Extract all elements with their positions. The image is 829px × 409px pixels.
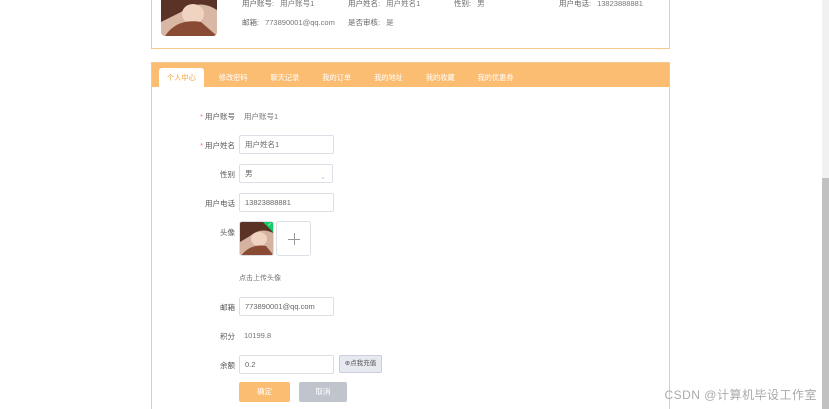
tab-my-favorites[interactable]: 我的收藏	[418, 68, 463, 87]
email-input[interactable]: 773890001@qq.com	[239, 297, 334, 316]
chevron-down-icon: ⌄	[320, 174, 326, 181]
phone-input[interactable]: 13823888881	[239, 193, 334, 212]
personal-center-card: 个人中心 修改密码 聊天记录 我的订单 我的地址 我的收藏 我的优惠券 * 用户账…	[151, 62, 670, 409]
info-phone: 用户电话: 13823888881	[559, 0, 643, 8]
info-account: 用户账号: 用户账号1	[242, 0, 315, 8]
avatar-thumbnail[interactable]: ✓	[239, 221, 274, 256]
tab-personal-center[interactable]: 个人中心	[159, 68, 204, 87]
gender-select[interactable]: 男 ⌄	[239, 164, 333, 183]
name-label: * 用户姓名	[200, 141, 235, 150]
avatar-upload-button[interactable]	[276, 221, 311, 256]
points-value: 10199.8	[244, 331, 272, 340]
profile-summary-card: 用户账号: 用户账号1 用户姓名: 用户姓名1 性别: 男 用户电话: 13823888…	[151, 0, 670, 49]
info-email: 邮箱: 773890001@qq.com	[242, 18, 335, 27]
confirm-button[interactable]: 确定	[239, 382, 290, 402]
name-input[interactable]: 用户姓名1	[239, 135, 334, 154]
recharge-button[interactable]: ⊕点我充值	[339, 355, 382, 373]
avatar-label: 头像	[220, 228, 235, 237]
check-icon: ✓	[267, 222, 272, 228]
phone-label: 用户电话	[205, 199, 235, 208]
info-gender: 性别: 男	[454, 0, 485, 8]
tab-bar: 个人中心 修改密码 聊天记录 我的订单 我的地址 我的收藏 我的优惠券	[152, 63, 669, 87]
balance-input[interactable]: 0.2	[239, 355, 334, 374]
email-label: 邮箱	[220, 303, 235, 312]
tab-my-orders[interactable]: 我的订单	[314, 68, 359, 87]
gender-label: 性别	[220, 170, 235, 179]
cancel-button[interactable]: 取消	[299, 382, 347, 402]
watermark: CSDN @计算机毕设工作室	[664, 388, 817, 402]
account-value: 用户账号1	[244, 112, 279, 121]
avatar-hint: 点击上传头像	[239, 275, 281, 282]
page-scrollbar[interactable]	[822, 0, 829, 409]
scrollbar-thumb[interactable]	[822, 178, 829, 409]
tab-my-address[interactable]: 我的地址	[366, 68, 411, 87]
info-name: 用户姓名: 用户姓名1	[348, 0, 421, 8]
account-label: * 用户账号	[200, 112, 235, 121]
tab-change-password[interactable]: 修改密码	[211, 68, 256, 87]
tab-chat-history[interactable]: 聊天记录	[263, 68, 308, 87]
info-review: 是否审核: 是	[348, 18, 394, 27]
balance-label: 余额	[220, 361, 235, 370]
points-label: 积分	[220, 332, 235, 341]
profile-avatar	[161, 0, 217, 36]
tab-my-coupons[interactable]: 我的优惠券	[470, 68, 522, 87]
